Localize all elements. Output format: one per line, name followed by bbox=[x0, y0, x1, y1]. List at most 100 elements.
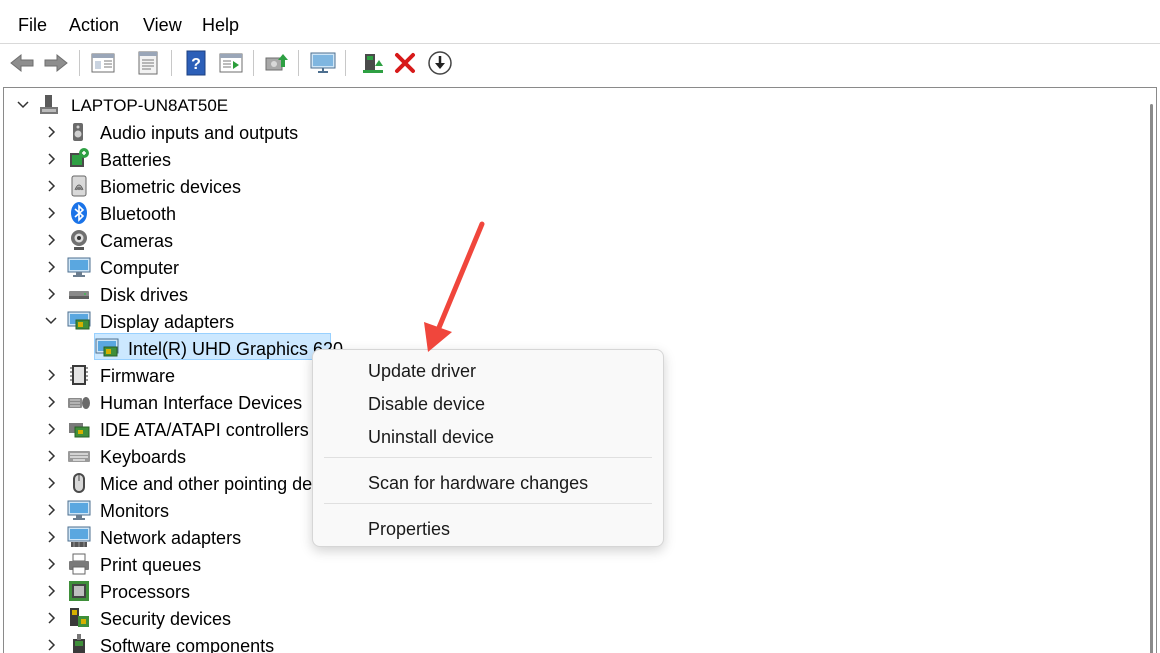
tree-item-label: Monitors bbox=[100, 501, 170, 521]
tree-item-security-devices[interactable]: Security devices bbox=[4, 605, 1104, 631]
context-menu-properties[interactable]: Properties bbox=[317, 513, 659, 545]
chevron-right-icon[interactable] bbox=[44, 449, 58, 463]
tree-item-batteries[interactable]: Batteries bbox=[4, 146, 1104, 172]
tree-item-label: Computer bbox=[100, 258, 180, 278]
chevron-right-icon[interactable] bbox=[44, 152, 58, 166]
tree-item-label: Bluetooth bbox=[100, 204, 177, 224]
tree-item-software-components[interactable]: Software components bbox=[4, 632, 1104, 653]
back-button[interactable] bbox=[6, 47, 38, 79]
tree-item-label: IDE ATA/ATAPI controllers bbox=[100, 420, 309, 440]
help-icon: ? bbox=[186, 50, 206, 76]
tree-item-bluetooth[interactable]: Bluetooth bbox=[4, 200, 1104, 226]
context-menu-disable-device[interactable]: Disable device bbox=[317, 388, 659, 420]
annotation-arrow-icon bbox=[424, 221, 485, 352]
arrow-left-icon bbox=[10, 53, 34, 73]
menu-bar: File Action View Help bbox=[0, 0, 1160, 44]
action-pane-button[interactable] bbox=[215, 47, 247, 79]
context-menu-update-driver[interactable]: Update driver bbox=[317, 355, 659, 387]
tree-item-label: Cameras bbox=[100, 231, 174, 251]
tree-item-label: Network adapters bbox=[100, 528, 242, 548]
vertical-scrollbar[interactable] bbox=[1144, 88, 1156, 653]
toolbar: ? bbox=[0, 44, 1160, 84]
arrow-right-icon bbox=[44, 53, 68, 73]
chevron-right-icon[interactable] bbox=[44, 557, 58, 571]
network-adapter-icon bbox=[67, 525, 91, 549]
tree-item-label: Print queues bbox=[100, 555, 202, 575]
keyboard-icon bbox=[67, 444, 91, 468]
context-menu-scan-hardware[interactable]: Scan for hardware changes bbox=[317, 467, 659, 499]
tree-item-print-queues[interactable]: Print queues bbox=[4, 551, 1104, 577]
tree-item-computer[interactable]: Computer bbox=[4, 254, 1104, 280]
down-arrow-circle-icon bbox=[428, 51, 452, 75]
scrollbar-thumb[interactable] bbox=[1150, 104, 1153, 653]
menu-action[interactable]: Action bbox=[69, 14, 119, 36]
disable-device-button[interactable] bbox=[424, 47, 456, 79]
toolbar-separator bbox=[345, 50, 346, 76]
tree-item-disk-drives[interactable]: Disk drives bbox=[4, 281, 1104, 307]
context-menu-item-label: Scan for hardware changes bbox=[368, 473, 589, 493]
chevron-right-icon[interactable] bbox=[44, 233, 58, 247]
update-driver-button[interactable] bbox=[261, 47, 293, 79]
chip-icon bbox=[67, 363, 91, 387]
ide-controller-icon bbox=[67, 417, 91, 441]
fingerprint-icon bbox=[67, 174, 91, 198]
chevron-right-icon[interactable] bbox=[44, 584, 58, 598]
tree-item-label: Keyboards bbox=[100, 447, 187, 467]
menu-file[interactable]: File bbox=[18, 14, 47, 36]
chevron-right-icon[interactable] bbox=[44, 368, 58, 382]
chevron-right-icon[interactable] bbox=[44, 638, 58, 652]
monitor-scan-icon bbox=[310, 52, 336, 73]
scan-hardware-button[interactable] bbox=[307, 47, 339, 79]
monitor-icon bbox=[67, 498, 91, 522]
uninstall-device-button[interactable] bbox=[389, 47, 421, 79]
chevron-right-icon[interactable] bbox=[44, 125, 58, 139]
tree-item-label: Human Interface Devices bbox=[100, 393, 303, 413]
forward-button[interactable] bbox=[40, 47, 72, 79]
context-menu-item-label: Uninstall device bbox=[368, 427, 495, 447]
svg-text:?: ? bbox=[191, 56, 201, 73]
speaker-icon bbox=[67, 120, 91, 144]
enable-device-icon bbox=[363, 54, 383, 73]
toolbar-separator bbox=[79, 50, 80, 76]
mouse-icon bbox=[67, 471, 91, 495]
menu-view[interactable]: View bbox=[143, 14, 182, 36]
software-component-icon bbox=[67, 633, 91, 653]
toolbar-separator bbox=[253, 50, 254, 76]
tree-item-biometric-devices[interactable]: Biometric devices bbox=[4, 173, 1104, 199]
chevron-right-icon[interactable] bbox=[44, 395, 58, 409]
chevron-right-icon[interactable] bbox=[44, 503, 58, 517]
chevron-right-icon[interactable] bbox=[44, 530, 58, 544]
tree-root-label: LAPTOP-UN8AT50E bbox=[71, 96, 229, 115]
chevron-right-icon[interactable] bbox=[44, 287, 58, 301]
tree-item-processors[interactable]: Processors bbox=[4, 578, 1104, 604]
chevron-right-icon[interactable] bbox=[44, 422, 58, 436]
properties-sheet-icon bbox=[138, 51, 158, 75]
menu-help[interactable]: Help bbox=[202, 14, 239, 36]
enable-device-button[interactable] bbox=[357, 47, 389, 79]
tree-item-audio-inputs-and-outputs[interactable]: Audio inputs and outputs bbox=[4, 119, 1104, 145]
chevron-right-icon[interactable] bbox=[44, 206, 58, 220]
context-menu-item-label: Disable device bbox=[368, 394, 486, 414]
red-x-icon bbox=[395, 53, 415, 73]
display-adapter-icon bbox=[95, 336, 119, 360]
tree-item-display-adapters[interactable]: Display adapters bbox=[4, 308, 1104, 334]
tree-root[interactable]: LAPTOP-UN8AT50E bbox=[4, 92, 404, 118]
chevron-down-icon[interactable] bbox=[16, 98, 30, 112]
tree-item-cameras[interactable]: Cameras bbox=[4, 227, 1104, 253]
action-pane-icon bbox=[219, 53, 243, 73]
toolbar-separator bbox=[298, 50, 299, 76]
chevron-right-icon[interactable] bbox=[44, 260, 58, 274]
show-hide-console-tree-button[interactable] bbox=[87, 47, 119, 79]
properties-button[interactable] bbox=[132, 47, 164, 79]
context-menu-uninstall-device[interactable]: Uninstall device bbox=[317, 421, 659, 453]
chevron-right-icon[interactable] bbox=[44, 611, 58, 625]
bluetooth-icon bbox=[67, 201, 91, 225]
chevron-down-icon[interactable] bbox=[44, 314, 58, 328]
help-button[interactable]: ? bbox=[180, 47, 212, 79]
chevron-right-icon[interactable] bbox=[44, 179, 58, 193]
chevron-right-icon[interactable] bbox=[44, 476, 58, 490]
context-menu-item-label: Update driver bbox=[368, 361, 477, 381]
tree-item-label: Intel(R) UHD Graphics 620 bbox=[128, 339, 344, 359]
printer-icon bbox=[67, 552, 91, 576]
context-menu-item-label: Properties bbox=[368, 519, 451, 539]
